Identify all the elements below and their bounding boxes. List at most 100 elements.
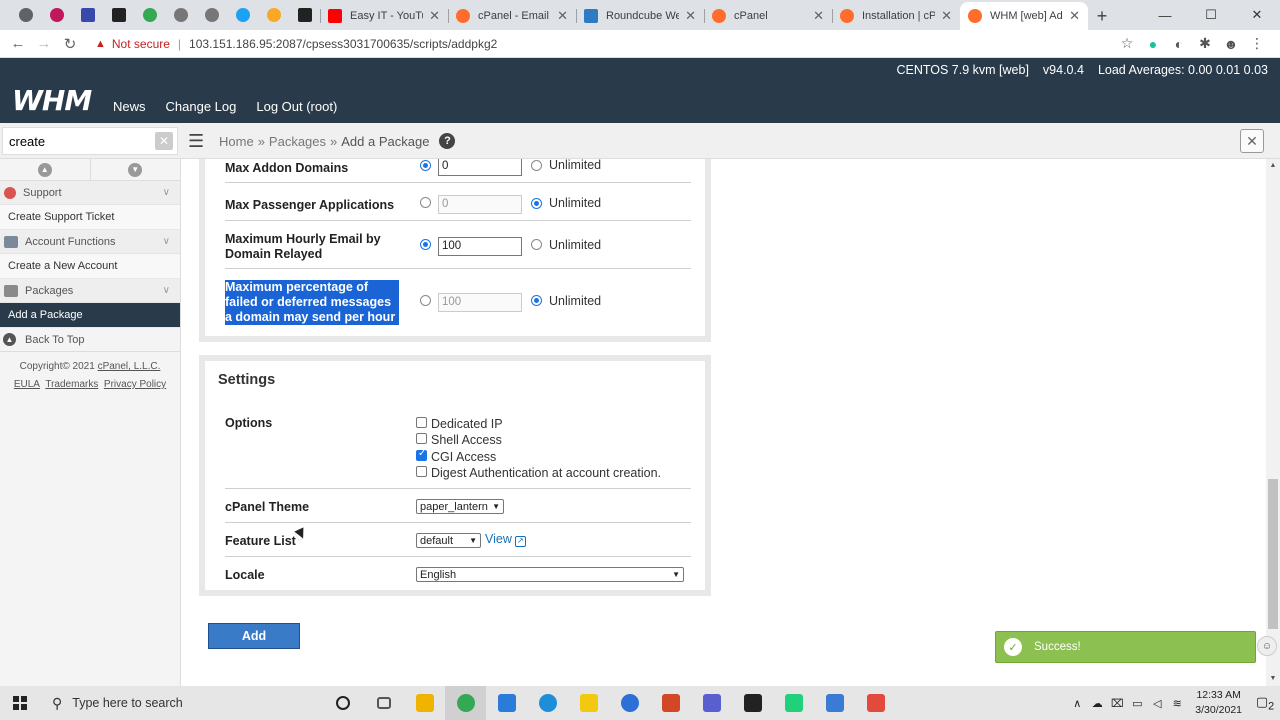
network-app-icon[interactable]	[609, 686, 650, 720]
back-to-top-link[interactable]: ▲ Back To Top	[0, 328, 180, 352]
page-scrollbar[interactable]: ▲ ▼	[1266, 159, 1280, 686]
pinned-tab[interactable]	[134, 0, 165, 30]
add-button[interactable]: Add	[208, 623, 300, 649]
clear-search-icon[interactable]: ✕	[155, 132, 173, 150]
grammarly-icon[interactable]: ●	[1140, 36, 1166, 52]
percent-unlimited-radio[interactable]	[531, 295, 542, 306]
omnibox[interactable]: ▲ Not secure | 103.151.186.95:2087/cpses…	[95, 37, 1114, 51]
pinned-tab[interactable]	[165, 0, 196, 30]
scrollbar-thumb[interactable]	[1268, 479, 1278, 629]
pinned-tab[interactable]	[227, 0, 258, 30]
whm-logo[interactable]: WHM	[12, 84, 92, 117]
pinned-tab[interactable]	[258, 0, 289, 30]
eula-link[interactable]: EULA	[14, 379, 40, 390]
bookmark-star-icon[interactable]: ☆	[1114, 35, 1140, 52]
tab-close-icon[interactable]: ✕	[1069, 8, 1080, 24]
tab-close-icon[interactable]: ✕	[813, 8, 824, 24]
close-icon[interactable]: ✕	[1240, 129, 1264, 153]
remote-desktop-icon[interactable]	[691, 686, 732, 720]
sidebar-item-create-support-ticket[interactable]: Create Support Ticket	[0, 205, 180, 230]
pinned-tab[interactable]	[41, 0, 72, 30]
recorder-icon[interactable]	[855, 686, 896, 720]
success-toast[interactable]: ✓ Success!	[995, 631, 1256, 663]
tab-close-icon[interactable]: ✕	[557, 8, 568, 24]
breadcrumb-packages[interactable]: Packages	[269, 134, 326, 149]
addon-domains-input[interactable]: 0	[438, 159, 522, 176]
extension-icon[interactable]: ◐	[1166, 36, 1192, 52]
puzzle-icon[interactable]: ✱	[1192, 35, 1218, 52]
tab-roundcube[interactable]: Roundcube Webm ✕	[576, 2, 704, 30]
forward-arrow-icon[interactable]: →	[31, 35, 57, 52]
percent-failed-input[interactable]: 100	[438, 293, 522, 312]
url-text[interactable]: 103.151.186.95:2087/cpsess3031700635/scr…	[189, 37, 497, 51]
passenger-unlimited-radio[interactable]	[531, 198, 542, 209]
clock[interactable]: 12:33 AM 3/30/2021	[1195, 688, 1242, 718]
task-view-icon[interactable]	[363, 686, 404, 720]
camtasia-icon[interactable]	[773, 686, 814, 720]
tab-close-icon[interactable]: ✕	[429, 8, 440, 24]
sidebar-category-packages[interactable]: Packages ∨	[0, 279, 180, 303]
scroll-down-button[interactable]: ▼	[91, 159, 181, 180]
trademarks-link[interactable]: Trademarks	[45, 379, 98, 390]
sidebar-category-support[interactable]: Support ∨	[0, 181, 180, 205]
battery-icon[interactable]: ▭	[1128, 697, 1146, 710]
chevron-up-icon[interactable]: ∧	[1068, 697, 1086, 710]
powerpoint-icon[interactable]	[650, 686, 691, 720]
pinned-tab[interactable]	[196, 0, 227, 30]
nav-news[interactable]: News	[113, 99, 146, 114]
tab-close-icon[interactable]: ✕	[941, 8, 952, 24]
feature-list-select[interactable]: default ▼	[416, 533, 481, 548]
dedicated-ip-checkbox[interactable]	[416, 417, 427, 428]
maximize-icon[interactable]: ☐	[1188, 0, 1234, 30]
edge-icon[interactable]	[527, 686, 568, 720]
addon-unlimited-radio[interactable]	[531, 160, 542, 171]
pinned-tab[interactable]	[289, 0, 320, 30]
digest-auth-checkbox[interactable]	[416, 466, 427, 477]
shell-access-checkbox[interactable]	[416, 433, 427, 444]
pinned-tab[interactable]	[103, 0, 134, 30]
wifi-icon[interactable]: ≋	[1168, 697, 1186, 710]
network-monitor-icon[interactable]	[814, 686, 855, 720]
sticky-notes-icon[interactable]	[568, 686, 609, 720]
tab-close-icon[interactable]: ✕	[685, 8, 696, 24]
tab-cpanel[interactable]: cPanel ✕	[704, 2, 832, 30]
locale-select[interactable]: English ▼	[416, 567, 684, 582]
sidebar-item-create-new-account[interactable]: Create a New Account	[0, 254, 180, 279]
cpanel-theme-select[interactable]: paper_lantern ▼	[416, 499, 504, 514]
sidebar-category-account-functions[interactable]: Account Functions ∨	[0, 230, 180, 254]
chrome-icon[interactable]	[445, 686, 486, 720]
start-button[interactable]	[0, 686, 40, 720]
hamburger-menu-icon[interactable]: ☰	[188, 131, 204, 152]
cgi-access-checkbox[interactable]	[416, 448, 427, 461]
reload-icon[interactable]: ↻	[57, 35, 83, 53]
pinned-tab[interactable]	[10, 0, 41, 30]
passenger-value-radio[interactable]	[420, 197, 431, 208]
vscode-icon[interactable]	[486, 686, 527, 720]
cortana-icon[interactable]	[322, 686, 363, 720]
new-tab-button[interactable]: +	[1088, 2, 1116, 30]
avatar[interactable]: ☻	[1218, 36, 1244, 52]
nav-logout[interactable]: Log Out (root)	[256, 99, 337, 114]
breadcrumb-home[interactable]: Home	[219, 134, 254, 149]
pinned-tab[interactable]	[72, 0, 103, 30]
chat-icon[interactable]: ☺	[1257, 636, 1277, 656]
sidebar-item-add-a-package[interactable]: Add a Package	[0, 303, 180, 328]
back-arrow-icon[interactable]: ←	[5, 35, 31, 52]
taskbar-search[interactable]: ⚲ Type here to search	[40, 686, 322, 720]
privacy-link[interactable]: Privacy Policy	[104, 379, 166, 390]
usb-icon[interactable]: ⌧	[1108, 697, 1126, 710]
passenger-apps-input[interactable]: 0	[438, 195, 522, 214]
tab-cpanel-email[interactable]: cPanel - Email Ac ✕	[448, 2, 576, 30]
terminal-icon[interactable]	[732, 686, 773, 720]
company-link[interactable]: cPanel, L.L.C.	[98, 361, 161, 372]
file-explorer-icon[interactable]	[404, 686, 445, 720]
kebab-menu-icon[interactable]: ⋮	[1244, 35, 1270, 52]
help-icon[interactable]: ?	[439, 133, 456, 149]
scroll-up-arrow-icon[interactable]: ▲	[1266, 159, 1280, 173]
tab-whm-active[interactable]: WHM [web] Add ✕	[960, 2, 1088, 30]
hourly-unlimited-radio[interactable]	[531, 239, 542, 250]
percent-value-radio[interactable]	[420, 295, 431, 306]
close-window-icon[interactable]: ✕	[1234, 0, 1280, 30]
minimize-icon[interactable]: —	[1142, 0, 1188, 30]
nav-change-log[interactable]: Change Log	[166, 99, 237, 114]
